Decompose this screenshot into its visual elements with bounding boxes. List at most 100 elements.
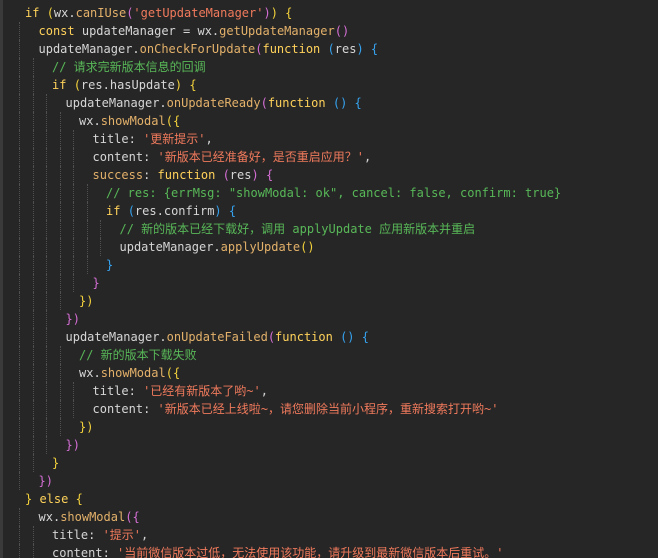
code-line[interactable]: content: '新版本已经准备好，是否重启应用？', (0, 148, 658, 166)
code-line[interactable]: updateManager.onCheckForUpdate(function … (0, 40, 658, 58)
code-token: showModal (100, 366, 166, 380)
code-token: // 新的版本已经下载好，调用 applyUpdate 应用新版本并重启 (119, 222, 476, 236)
code-token: { (258, 168, 274, 182)
code-token: { (277, 6, 293, 20)
code-line[interactable]: const updateManager = wx.getUpdateManage… (0, 22, 658, 40)
code-line[interactable]: }) (0, 292, 658, 310)
code-token: title (92, 132, 129, 146)
code-token: , (260, 384, 268, 398)
code-token: wx (79, 114, 94, 128)
code-token: { (68, 492, 83, 506)
code-token: ) (270, 6, 278, 20)
code-token: ( (222, 168, 230, 182)
code-token: // 新的版本下载失败 (79, 348, 197, 362)
code-token: ( (73, 78, 81, 92)
code-token: wx (38, 510, 53, 524)
code-line[interactable]: updateManager.onUpdateFailed(function ()… (0, 328, 658, 346)
code-token: : (143, 168, 158, 182)
code-token: onCheckForUpdate (139, 42, 256, 56)
code-token: ) (263, 6, 271, 20)
code-token: { (363, 42, 379, 56)
code-token: updateManager (65, 330, 160, 344)
code-token: if (106, 204, 128, 218)
code-token: function (157, 168, 223, 182)
code-line[interactable]: content: '当前微信版本过低，无法使用该功能，请升级到最新微信版本后重试… (0, 544, 658, 558)
code-line[interactable]: title: '更新提示', (0, 130, 658, 148)
code-line[interactable]: }) (0, 310, 658, 328)
code-token: title (92, 384, 129, 398)
code-token: res (229, 168, 252, 182)
code-line[interactable]: updateManager.onUpdateReady(function () … (0, 94, 658, 112)
code-line[interactable]: title: '提示', (0, 526, 658, 544)
code-token: const (38, 24, 82, 38)
code-line[interactable]: if (res.hasUpdate) { (0, 76, 658, 94)
code-token: { (354, 330, 369, 344)
code-token: . (102, 78, 110, 92)
code-line[interactable]: // 请求完新版本信息的回调 (0, 58, 658, 76)
code-token: applyUpdate (220, 240, 301, 254)
code-editor[interactable]: if (wx.canIUse('getUpdateManager')) {con… (0, 0, 658, 558)
code-token: . (213, 240, 221, 254)
code-token: content (52, 546, 103, 558)
code-token: ) (251, 168, 259, 182)
code-line[interactable]: }) (0, 472, 658, 490)
code-token: showModal (60, 510, 126, 524)
code-token: updateManager (119, 240, 214, 254)
code-token: canIUse (75, 6, 127, 20)
code-token: ({ (165, 366, 181, 380)
code-token: ( (327, 42, 335, 56)
code-line[interactable]: success: function (res) { (0, 166, 658, 184)
code-token: : (128, 132, 144, 146)
code-token: } (52, 456, 60, 470)
code-token: () (340, 330, 355, 344)
code-line[interactable]: }) (0, 436, 658, 454)
code-line[interactable]: if (res.confirm) { (0, 202, 658, 220)
code-line[interactable]: } (0, 274, 658, 292)
code-token: { (221, 204, 237, 218)
code-line[interactable]: title: '已经有新版本了哟~', (0, 382, 658, 400)
code-line[interactable]: // 新的版本已经下载好，调用 applyUpdate 应用新版本并重启 (0, 220, 658, 238)
code-token: ({ (125, 510, 140, 524)
code-token: confirm (163, 204, 215, 218)
code-token: ( (46, 6, 54, 20)
code-line[interactable]: } (0, 256, 658, 274)
code-token: . (159, 96, 167, 110)
code-token: () (300, 240, 315, 254)
code-token: }) (79, 420, 94, 434)
code-token: // res: {errMsg: "showModal: ok", cancel… (106, 186, 562, 200)
code-token: '新版本已经上线啦~，请您删除当前小程序，重新搜索打开哟~' (157, 402, 499, 416)
code-token: else (39, 492, 69, 506)
code-line[interactable]: if (wx.canIUse('getUpdateManager')) { (0, 4, 658, 22)
code-token: '新版本已经准备好，是否重启应用？' (157, 150, 364, 164)
code-token: ( (127, 204, 135, 218)
code-line[interactable]: content: '新版本已经上线啦~，请您删除当前小程序，重新搜索打开哟~' (0, 400, 658, 418)
code-token: () (332, 96, 348, 110)
code-token: res (334, 42, 357, 56)
code-token: '更新提示' (143, 132, 206, 146)
code-token: getUpdateManager (219, 24, 335, 38)
code-line[interactable]: }) (0, 418, 658, 436)
code-token: , (141, 528, 149, 542)
code-line[interactable]: updateManager.applyUpdate() (0, 238, 658, 256)
code-token: updateManager (38, 42, 133, 56)
code-line[interactable]: wx.showModal({ (0, 364, 658, 382)
code-token: ( (260, 96, 268, 110)
code-token: updateManager (81, 24, 184, 38)
code-line[interactable]: wx.showModal({ (0, 112, 658, 130)
code-line[interactable]: // 新的版本下载失败 (0, 346, 658, 364)
code-token: : (128, 384, 144, 398)
code-token: res (80, 78, 103, 92)
code-token: } (92, 276, 100, 290)
code-token: updateManager (65, 96, 160, 110)
code-token: { (347, 96, 362, 110)
code-token: if (52, 78, 74, 92)
code-token: ) (214, 204, 222, 218)
code-token: } (25, 492, 40, 506)
code-token: '提示' (102, 528, 142, 542)
code-token: // 请求完新版本信息的回调 (52, 60, 206, 74)
code-token: res (134, 204, 157, 218)
code-line[interactable]: wx.showModal({ (0, 508, 658, 526)
code-line[interactable]: // res: {errMsg: "showModal: ok", cancel… (0, 184, 658, 202)
code-line[interactable]: } else { (0, 490, 658, 508)
code-line[interactable]: } (0, 454, 658, 472)
